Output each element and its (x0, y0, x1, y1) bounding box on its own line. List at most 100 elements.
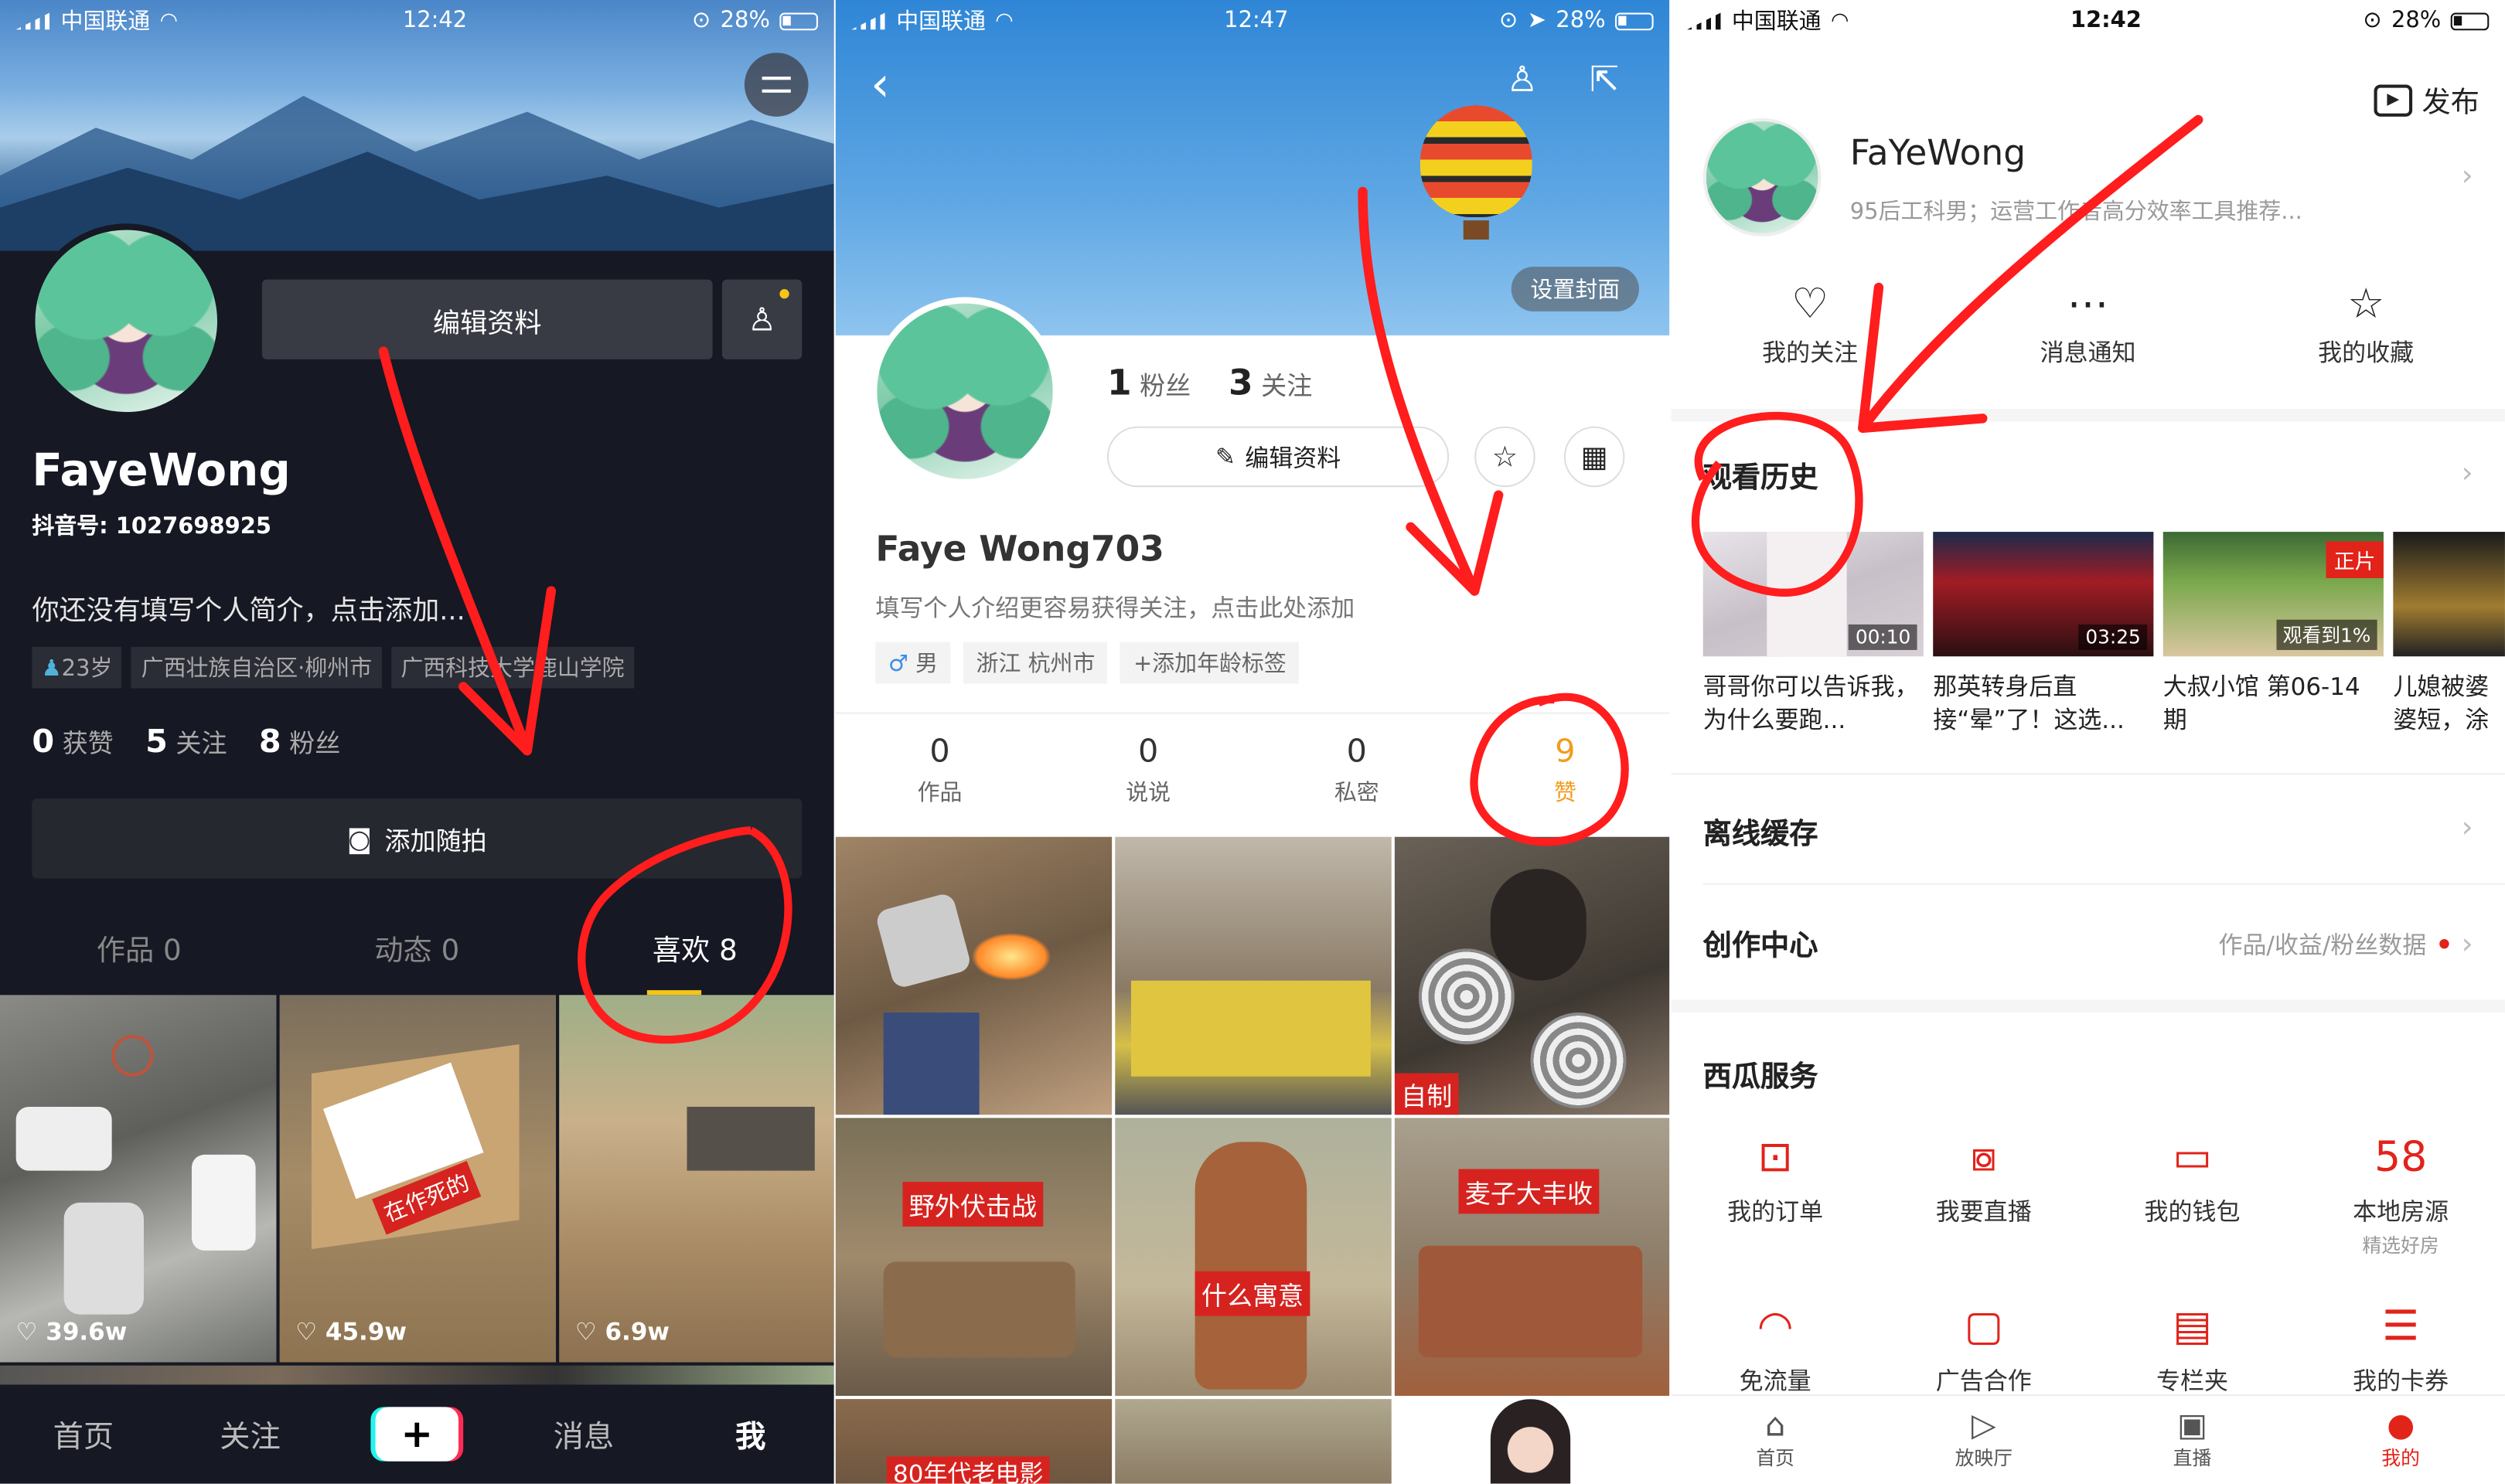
rotation-lock-icon: ⊙ (691, 8, 711, 34)
stat-likes[interactable]: 0 获赞 (32, 722, 113, 761)
tag-gender: ♂ 男 (875, 642, 951, 684)
history-video-1[interactable]: 00:10 (1702, 532, 1924, 657)
liked-video-1[interactable]: ♡ 39.6w (0, 995, 277, 1363)
stat-followers[interactable]: 8 粉丝 (259, 722, 340, 761)
service-live[interactable]: ⧇ 我要直播 (1880, 1134, 2088, 1258)
carrier-label: 中国联通 (1731, 9, 1822, 36)
bio-text[interactable]: 填写个人介绍更容易获得关注，点击此处添加 (875, 591, 1355, 625)
qr-code-icon: ▦ (1580, 440, 1608, 474)
battery-icon (2450, 12, 2490, 30)
favorite-button[interactable]: ☆ (1474, 426, 1535, 488)
nav-mine[interactable]: ● 我的 (2296, 1405, 2505, 1483)
free-flow-icon: ◠ (1757, 1303, 1794, 1352)
battery-icon (779, 12, 818, 30)
history-chevron-icon[interactable]: › (2462, 457, 2473, 490)
add-age-tag[interactable]: +添加年龄标签 (1120, 642, 1300, 684)
carrier-label: 中国联通 (896, 9, 986, 36)
add-user-icon[interactable]: ♙ (1507, 61, 1539, 101)
service-housing[interactable]: 58 本地房源 精选好房 (2296, 1134, 2505, 1258)
avatar[interactable] (1702, 117, 1822, 237)
my-follow-button[interactable]: ♡ 我的关注 (1671, 281, 1949, 369)
liked-video-9[interactable] (1394, 1399, 1670, 1484)
service-columns[interactable]: ▤ 专栏夹 (2088, 1303, 2297, 1397)
user-icon: ● (2387, 1405, 2415, 1444)
rotation-lock-icon: ⊙ (1498, 8, 1518, 34)
share-icon[interactable]: ⇱ (1590, 61, 1619, 101)
profile-name: FayeWong (32, 444, 291, 497)
avatar[interactable] (29, 223, 224, 419)
tab-works[interactable]: 作品 0 (0, 910, 278, 993)
history-title-1: 哥哥你可以告诉我，为什么要跑... (1702, 672, 1919, 735)
nav-messages[interactable]: 消息 (500, 1413, 667, 1456)
person-icon: ♟ (41, 656, 62, 682)
nav-home[interactable]: 首页 (0, 1413, 167, 1456)
service-free-flow[interactable]: ◠ 免流量 (1671, 1303, 1880, 1397)
58-icon: 58 (2374, 1134, 2428, 1183)
bio-text[interactable]: 你还没有填写个人简介，点击添加... (32, 587, 465, 628)
profile-chevron-icon[interactable]: › (2462, 160, 2473, 193)
liked-video-3[interactable]: 自制 (1394, 836, 1670, 1115)
service-coupons[interactable]: ☰ 我的卡券 (2296, 1303, 2505, 1397)
nav-live[interactable]: ▣ 直播 (2088, 1405, 2297, 1483)
nav-me[interactable]: 我 (667, 1413, 834, 1456)
heart-icon: ♡ (295, 1317, 318, 1346)
edit-profile-button[interactable]: 编辑资料 (261, 279, 713, 359)
menu-button[interactable] (744, 53, 809, 117)
add-shot-button[interactable]: ◙ 添加随拍 (32, 798, 803, 879)
tab-dynamics[interactable]: 动态 0 (278, 910, 557, 993)
history-video-2[interactable]: 03:25 (1933, 532, 2154, 657)
favorites-button[interactable]: ☆ 我的收藏 (2227, 281, 2505, 369)
thumb-caption: 什么寓意 (1195, 1271, 1310, 1316)
heart-icon: ♡ (1791, 281, 1829, 329)
stat-following[interactable]: 5 关注 (145, 722, 227, 761)
follow-stat[interactable]: 3 关注 (1229, 364, 1312, 404)
duration-badge: 03:25 (2079, 624, 2148, 650)
service-ads[interactable]: ▢ 广告合作 (1880, 1303, 2088, 1397)
content-tabs: 0 作品 0 说说 0 私密 9赞 (836, 731, 1670, 808)
history-video-3[interactable]: 正片 观看到1% (2162, 532, 2384, 657)
cinema-icon: ▷ (1971, 1405, 1996, 1444)
liked-video-3[interactable]: ♡ 6.9w (559, 995, 834, 1363)
liked-video-5[interactable]: 什么寓意 (1115, 1118, 1392, 1396)
liked-video-7[interactable]: 80年代老电影 (835, 1399, 1113, 1484)
history-title[interactable]: 观看历史 (1703, 455, 1818, 497)
profile-tags: ♟23岁 广西壮族自治区·柳州市 广西科技大学鹿山学院 (32, 646, 634, 689)
liked-video-8[interactable] (1115, 1399, 1392, 1484)
nav-following[interactable]: 关注 (167, 1413, 334, 1456)
liked-video-4[interactable]: 野外伏击战 (835, 1118, 1113, 1396)
tab-likes[interactable]: 喜欢 8 (556, 910, 834, 993)
video-publish-icon: ▶ (2374, 84, 2413, 117)
nav-cinema[interactable]: ▷ 放映厅 (1880, 1405, 2088, 1483)
back-icon[interactable]: ‹ (871, 57, 890, 113)
balloon-image (1420, 105, 1532, 241)
tab-says[interactable]: 0 说说 (1044, 731, 1252, 808)
offline-cache-row[interactable]: 离线缓存 › (1703, 812, 2473, 853)
service-orders[interactable]: ⊡ 我的订单 (1671, 1134, 1880, 1258)
liked-video-1[interactable] (835, 836, 1113, 1115)
liked-video-2[interactable]: 在作死的 ♡ 45.9w (279, 995, 557, 1363)
thumb-caption: 麦子大丰收 (1458, 1169, 1600, 1214)
tab-private[interactable]: 0 私密 (1252, 731, 1461, 808)
quick-actions: ♡ 我的关注 ⋯ 消息通知 ☆ 我的收藏 (1671, 281, 2505, 369)
nav-home[interactable]: ⌂ 首页 (1671, 1405, 1880, 1483)
tab-liked[interactable]: 9赞 (1461, 731, 1670, 808)
service-wallet[interactable]: ▭ 我的钱包 (2088, 1134, 2297, 1258)
history-video-4[interactable] (2393, 532, 2505, 657)
tab-works[interactable]: 0 作品 (836, 731, 1045, 808)
publish-button[interactable]: ▶ 发布 (2374, 80, 2479, 121)
fans-stat[interactable]: 1 粉丝 (1107, 364, 1191, 404)
liked-video-2[interactable] (1115, 836, 1392, 1115)
edit-profile-button[interactable]: ✎ 编辑资料 (1106, 426, 1450, 488)
avatar[interactable] (871, 297, 1059, 486)
douyin-id: 抖音号: 1027698925 (32, 514, 272, 540)
creator-center-row[interactable]: 创作中心 作品/收益/粉丝数据 › (1703, 923, 2473, 965)
liked-video-6[interactable]: 麦子大丰收 (1394, 1118, 1670, 1396)
set-cover-button[interactable]: 设置封面 (1511, 267, 1640, 311)
column-icon: ▤ (2173, 1303, 2212, 1352)
qr-code-button[interactable]: ▦ (1563, 426, 1625, 488)
add-friend-icon: ♙ (748, 300, 777, 339)
notifications-button[interactable]: ⋯ 消息通知 (1949, 281, 2227, 369)
add-friend-button[interactable]: ♙ (721, 279, 803, 359)
home-icon: ⌂ (1765, 1405, 1786, 1444)
create-button[interactable]: + (375, 1407, 459, 1462)
